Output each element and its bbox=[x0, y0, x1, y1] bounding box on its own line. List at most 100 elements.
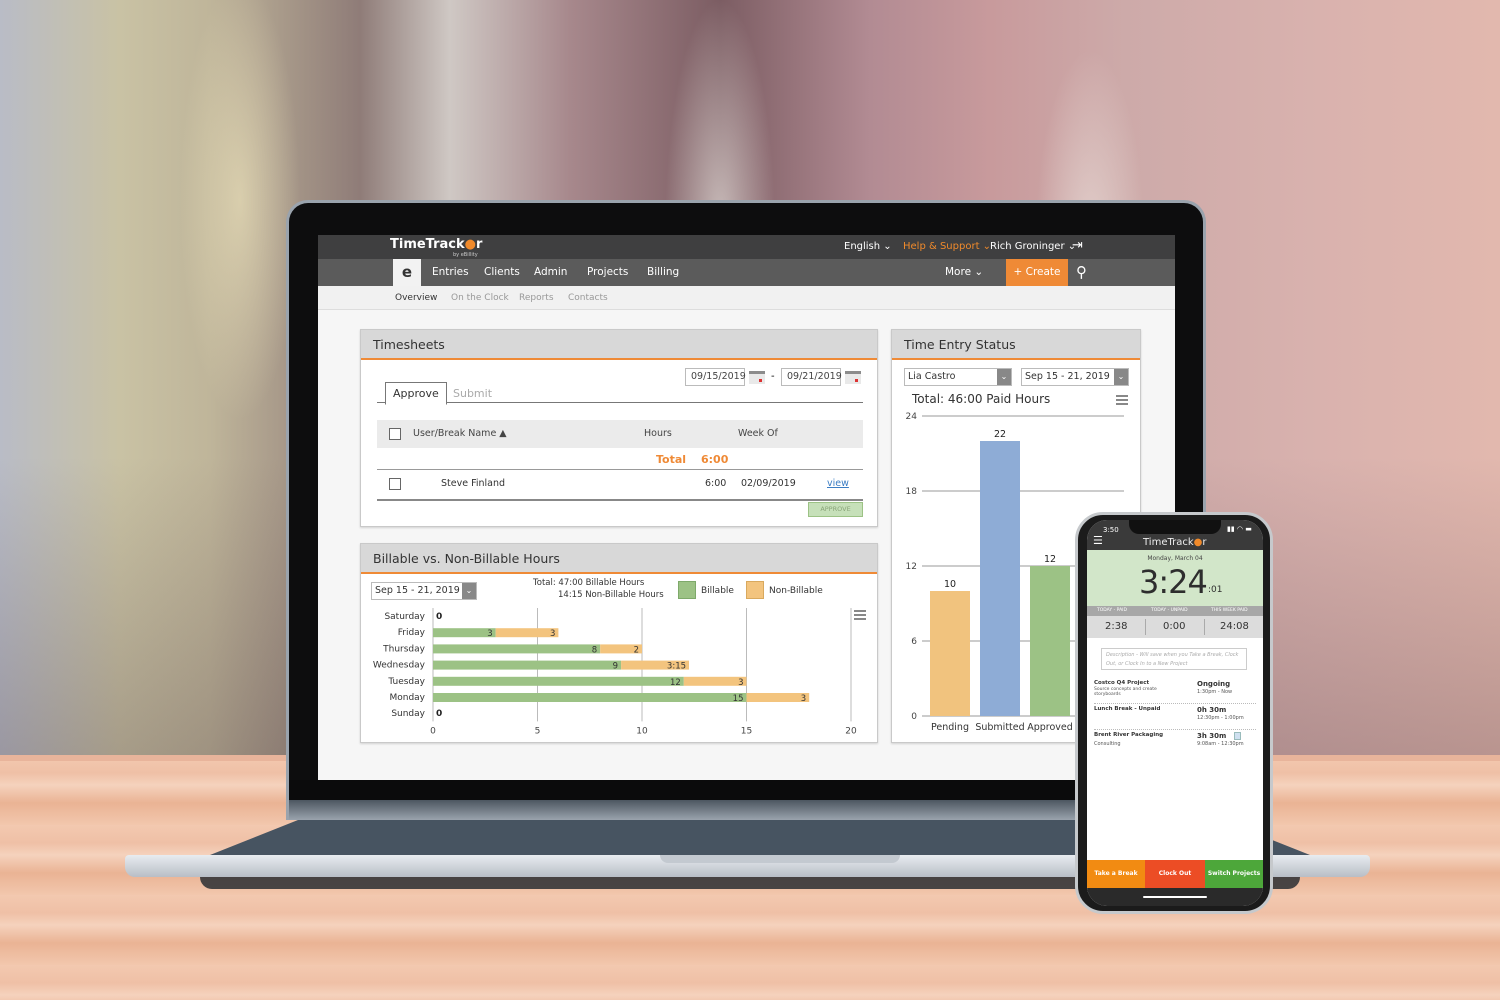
y-tick-label: 0 bbox=[911, 712, 917, 722]
x-tick-label: 5 bbox=[535, 726, 541, 736]
billable-total-2: 14:15 Non-Billable Hours bbox=[558, 590, 664, 600]
search-icon[interactable]: ⚲ bbox=[1076, 263, 1096, 283]
data-label-nonbillable: 3 bbox=[801, 694, 806, 704]
x-category-label: Approved bbox=[1027, 722, 1073, 733]
select-all-checkbox[interactable] bbox=[389, 428, 401, 440]
entry-range: 1:30pm - Now bbox=[1197, 689, 1233, 695]
laptop-notch bbox=[660, 855, 900, 863]
tab-approve[interactable]: Approve bbox=[385, 382, 447, 405]
row-hours: 6:00 bbox=[705, 478, 727, 489]
signal-wifi-battery-icon: ▮▮ ◠ ▬ bbox=[1227, 525, 1252, 533]
y-category-label: Sunday bbox=[391, 709, 425, 719]
stat-today-paid: 2:38 bbox=[1105, 621, 1128, 632]
entry-title: Lunch Break - Unpaid bbox=[1094, 706, 1161, 712]
stat-label-week-paid: THIS WEEK PAID bbox=[1211, 608, 1248, 613]
chevron-down-icon: ⌄ bbox=[462, 583, 476, 599]
date-to-input[interactable]: 09/21/2019 bbox=[781, 368, 842, 386]
stat-label-today-unpaid: TODAY - UNPAID bbox=[1151, 608, 1188, 613]
y-category-label: Wednesday bbox=[373, 661, 426, 671]
entry-sub: Source concepts and create storyboards bbox=[1094, 687, 1157, 697]
clock-out-button[interactable]: Clock Out bbox=[1145, 860, 1205, 888]
nav-admin[interactable]: Admin bbox=[534, 266, 567, 278]
laptop-screen: TimeTrack●r by eBillity English ⌄ Help &… bbox=[318, 235, 1175, 780]
home-clock-icon[interactable]: e bbox=[393, 259, 421, 286]
data-label-billable: 12 bbox=[670, 678, 681, 688]
data-label: 22 bbox=[994, 429, 1006, 440]
nav-entries[interactable]: Entries bbox=[432, 266, 469, 278]
divider bbox=[377, 469, 863, 470]
bar-approved bbox=[1030, 566, 1070, 716]
col-week-of[interactable]: Week Of bbox=[738, 428, 778, 439]
calendar-icon[interactable] bbox=[749, 371, 765, 384]
list-item[interactable]: Brent River Packaging Consulting 3h 30m … bbox=[1094, 732, 1256, 756]
phone-time: 3:50 bbox=[1103, 526, 1119, 534]
billable-panel: Billable vs. Non-Billable Hours Sep 15 -… bbox=[360, 543, 878, 743]
subnav-overview[interactable]: Overview bbox=[395, 293, 437, 303]
description-input[interactable]: Description - Will save when you Take a … bbox=[1101, 648, 1247, 670]
col-hours[interactable]: Hours bbox=[644, 428, 672, 439]
legend-nonbillable-swatch bbox=[746, 581, 764, 599]
stat-values: 2:38 0:00 24:08 bbox=[1087, 616, 1263, 638]
status-range-select[interactable]: Sep 15 - 21, 2019 ⌄ bbox=[1021, 368, 1129, 386]
user-select[interactable]: Lia Castro ⌄ bbox=[904, 368, 1012, 386]
subnav-on-the-clock[interactable]: On the Clock bbox=[451, 293, 509, 303]
stat-week-paid: 24:08 bbox=[1220, 621, 1249, 632]
calendar-icon[interactable] bbox=[845, 371, 861, 384]
billable-range-select[interactable]: Sep 15 - 21, 2019 ⌄ bbox=[371, 582, 477, 600]
help-support-menu[interactable]: Help & Support ⌄ bbox=[903, 241, 991, 252]
legend-billable-label[interactable]: Billable bbox=[701, 586, 734, 596]
user-select-value: Lia Castro bbox=[908, 371, 956, 382]
date-from-input[interactable]: 09/15/2019 bbox=[685, 368, 746, 386]
col-user-name[interactable]: User/Break Name ▲ bbox=[413, 428, 507, 439]
y-category-label: Tuesday bbox=[387, 677, 425, 687]
chevron-down-icon: ⌄ bbox=[1114, 369, 1128, 385]
nav-more[interactable]: More ⌄ bbox=[945, 266, 983, 278]
nav-clients[interactable]: Clients bbox=[484, 266, 520, 278]
y-category-label: Monday bbox=[389, 693, 425, 703]
subnav-reports[interactable]: Reports bbox=[519, 293, 554, 303]
status-title: Time Entry Status bbox=[892, 330, 1140, 360]
entry-sub: Consulting bbox=[1094, 741, 1121, 747]
bar-billable bbox=[433, 644, 601, 654]
laptop-hinge bbox=[289, 800, 1203, 820]
tab-submit[interactable]: Submit bbox=[453, 387, 492, 400]
zero-label: 0 bbox=[436, 709, 442, 719]
logout-icon[interactable]: ⇥ bbox=[1072, 238, 1083, 253]
app-logo[interactable]: TimeTrack●r bbox=[390, 237, 482, 252]
list-item[interactable]: Lunch Break - Unpaid 0h 30m 12:30pm - 1:… bbox=[1094, 706, 1256, 730]
nav-projects[interactable]: Projects bbox=[587, 266, 628, 278]
x-tick-label: 0 bbox=[430, 726, 436, 736]
phone-logo: TimeTrack●r bbox=[1143, 537, 1207, 548]
row-checkbox[interactable] bbox=[389, 478, 401, 490]
data-label: 10 bbox=[944, 579, 956, 590]
nav-billing[interactable]: Billing bbox=[647, 266, 679, 278]
divider bbox=[1145, 619, 1146, 635]
bar-submitted bbox=[980, 441, 1020, 716]
subnav-contacts[interactable]: Contacts bbox=[568, 293, 608, 303]
row-view-link[interactable]: view bbox=[827, 478, 849, 489]
zero-label: 0 bbox=[436, 612, 442, 622]
user-menu[interactable]: Rich Groninger ⌄ bbox=[990, 241, 1076, 252]
billable-chart: 0 5 10 15 20 Saturday 0 Friday 3 3 Thursday 8 2 Wedne… bbox=[373, 608, 857, 736]
row-week-of: 02/09/2019 bbox=[741, 478, 796, 489]
language-selector[interactable]: English ⌄ bbox=[844, 241, 892, 252]
entry-duration: 0h 30m bbox=[1197, 706, 1227, 714]
list-item[interactable]: Costco Q4 Project Source concepts and cr… bbox=[1094, 680, 1256, 704]
bar-billable bbox=[433, 693, 747, 702]
entry-duration: Ongoing bbox=[1197, 680, 1231, 688]
legend-nonbillable-label[interactable]: Non-Billable bbox=[769, 586, 823, 596]
x-category-label: Pending bbox=[931, 722, 969, 733]
chart-menu-icon[interactable] bbox=[1116, 395, 1128, 405]
switch-projects-button[interactable]: Switch Projects bbox=[1205, 860, 1263, 888]
entry-range: 9:08am - 12:30pm bbox=[1197, 741, 1244, 747]
note-icon[interactable] bbox=[1234, 732, 1241, 740]
create-button[interactable]: + Create bbox=[1006, 259, 1068, 286]
y-category-label: Saturday bbox=[384, 612, 425, 622]
take-break-button[interactable]: Take a Break bbox=[1087, 860, 1145, 888]
y-tick-label: 24 bbox=[906, 412, 918, 422]
phone-header: 3:50 ▮▮ ◠ ▬ ☰ TimeTrack●r bbox=[1087, 520, 1263, 550]
home-indicator[interactable] bbox=[1143, 896, 1207, 898]
hamburger-menu-icon[interactable]: ☰ bbox=[1093, 535, 1103, 546]
approve-button[interactable]: APPROVE bbox=[808, 502, 863, 517]
bar-billable bbox=[433, 660, 622, 670]
